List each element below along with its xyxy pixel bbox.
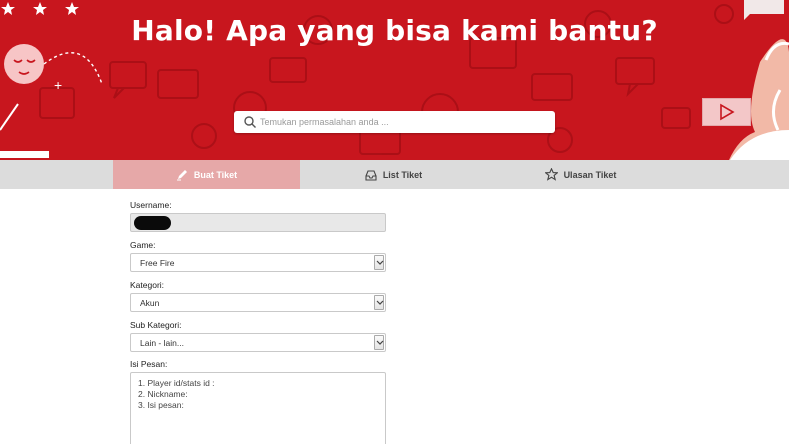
chevron-down-icon — [374, 255, 384, 270]
pencil-icon — [176, 169, 187, 180]
tab-buat-tiket[interactable]: Buat Tiket — [113, 160, 300, 189]
sub-kategori-value: Lain - lain... — [140, 338, 184, 348]
username-field — [130, 213, 386, 232]
message-line: 3. Isi pesan: — [138, 400, 184, 410]
chevron-down-icon — [374, 295, 384, 310]
message-line: 1. Player id/stats id : — [138, 378, 215, 388]
tab-list-tiket[interactable]: List Tiket — [300, 160, 487, 189]
star-icon — [544, 168, 558, 181]
kategori-value: Akun — [140, 298, 160, 308]
sub-kategori-select[interactable]: Lain - lain... — [130, 333, 386, 352]
play-icon — [720, 103, 735, 121]
game-label: Game: — [130, 240, 156, 250]
tab-label: Ulasan Tiket — [563, 169, 617, 180]
search-input[interactable] — [260, 111, 550, 133]
tab-label: List Tiket — [382, 169, 423, 180]
search-icon — [244, 116, 256, 128]
tab-ulasan-tiket[interactable]: Ulasan Tiket — [487, 160, 674, 189]
ticket-tabs: Buat Tiket List Tiket Ulasan Tiket — [0, 160, 789, 189]
isi-pesan-textarea[interactable]: 1. Player id/stats id : 2. Nickname: 3. … — [130, 372, 386, 444]
search-bar[interactable] — [234, 111, 555, 133]
isi-pesan-label: Isi Pesan: — [130, 359, 168, 369]
hero-banner: + Halo! Apa yang bisa kami bantu? — [0, 0, 789, 160]
game-value: Free Fire — [140, 258, 175, 268]
message-line: 2. Nickname: — [138, 389, 188, 399]
svg-text:+: + — [54, 77, 62, 93]
redacted-username — [134, 216, 171, 230]
username-label: Username: — [130, 200, 172, 210]
kategori-select[interactable]: Akun — [130, 293, 386, 312]
hero-title: Halo! Apa yang bisa kami bantu? — [131, 14, 658, 47]
inbox-icon — [365, 169, 377, 181]
play-video-button[interactable] — [702, 98, 751, 126]
sub-kategori-label: Sub Kategori: — [130, 320, 182, 330]
kategori-label: Kategori: — [130, 280, 165, 290]
tab-label: Buat Tiket — [193, 169, 238, 180]
chevron-down-icon — [374, 335, 384, 350]
game-select[interactable]: Free Fire — [130, 253, 386, 272]
hero-divider — [0, 151, 49, 158]
